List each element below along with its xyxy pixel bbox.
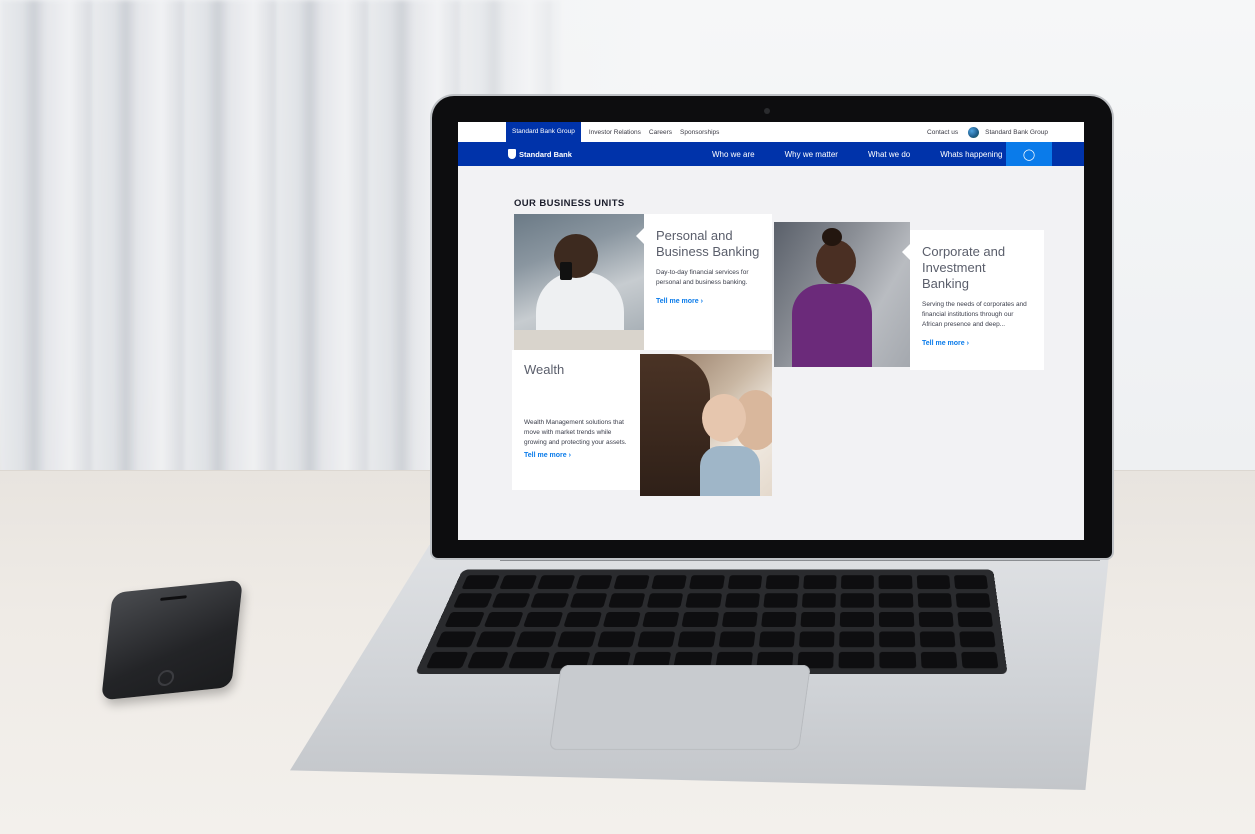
card-description: Day-to-day financial services for person… (656, 269, 749, 286)
card-title: Wealth (524, 362, 565, 377)
webcam (764, 108, 770, 114)
corporate-banking-card[interactable]: Corporate and Investment Banking Serving… (902, 230, 1044, 370)
card-title: Corporate and Investment Banking (922, 244, 1006, 291)
utility-bar: Standard Bank Group Investor Relations C… (458, 122, 1084, 142)
laptop-screen: Standard Bank Group Investor Relations C… (458, 122, 1084, 540)
corporate-banking-photo (774, 222, 910, 367)
nav-item-what-we-do[interactable]: What we do (868, 150, 910, 159)
globe-icon (968, 126, 980, 138)
phone-speaker (160, 595, 187, 601)
brand-logo[interactable]: Standard Bank (508, 149, 572, 159)
laptop-trackpad (549, 665, 811, 750)
card-description: Serving the needs of corporates and fina… (922, 301, 1027, 328)
nav-item-whats-happening[interactable]: Whats happening (940, 150, 1002, 159)
laptop-keyboard (414, 569, 1008, 675)
main-navbar: Standard Bank Who we are Why we matter W… (458, 142, 1084, 166)
section-title: OUR BUSINESS UNITS (514, 198, 625, 209)
smartphone (101, 579, 243, 701)
careers-link[interactable]: Careers (649, 129, 672, 136)
card-description: Wealth Management solutions that move wi… (524, 419, 627, 446)
nav-item-who-we-are[interactable]: Who we are (712, 150, 755, 159)
wealth-photo (640, 354, 772, 496)
phone-home-button (156, 669, 175, 687)
nav-item-why-we-matter[interactable]: Why we matter (785, 150, 838, 159)
laptop-lid: Standard Bank Group Investor Relations C… (432, 96, 1112, 558)
contact-us-link[interactable]: Contact us (927, 129, 958, 136)
tell-me-more-link[interactable]: Tell me more › (524, 452, 628, 459)
shield-icon (508, 149, 516, 159)
user-button[interactable]: ◯ (1006, 142, 1052, 166)
card-title: Personal and Business Banking (656, 228, 760, 259)
personal-banking-card[interactable]: Personal and Business Banking Day-to-day… (636, 214, 772, 350)
brand-name: Standard Bank (519, 149, 572, 159)
tell-me-more-link[interactable]: Tell me more › (656, 298, 760, 305)
investor-relations-link[interactable]: Investor Relations (589, 129, 641, 136)
group-selector[interactable]: Standard Bank Group (985, 129, 1048, 136)
nav-menu: Who we are Why we matter What we do What… (712, 150, 1033, 159)
utility-right: Contact us Standard Bank Group (927, 126, 1048, 138)
sponsorships-link[interactable]: Sponsorships (680, 129, 719, 136)
user-icon: ◯ (1022, 148, 1036, 161)
group-tab[interactable]: Standard Bank Group (506, 122, 581, 142)
personal-banking-photo (514, 214, 644, 350)
tell-me-more-link[interactable]: Tell me more › (922, 340, 1032, 347)
wealth-card[interactable]: Wealth Wealth Management solutions that … (512, 350, 640, 490)
